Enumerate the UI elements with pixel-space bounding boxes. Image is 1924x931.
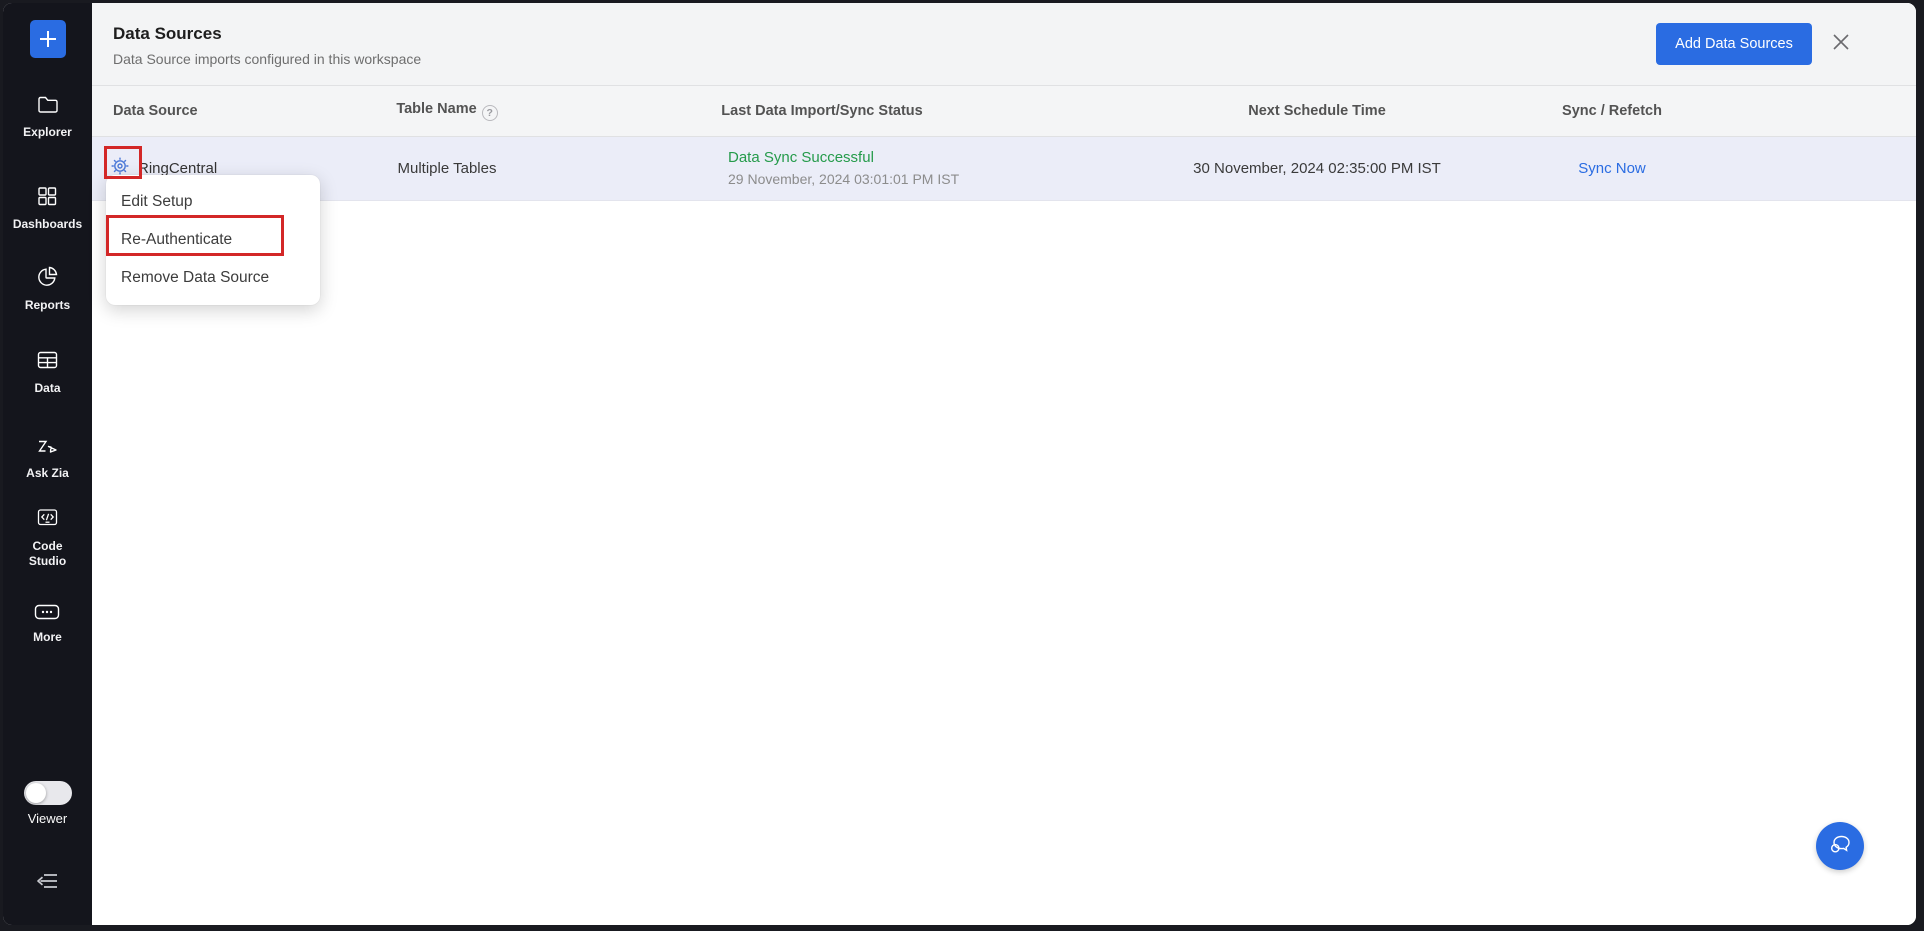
dashboards-grid-icon (36, 185, 58, 212)
table-header-row: Data Source Table Name? Last Data Import… (92, 86, 1916, 137)
sidebar-item-code-studio[interactable]: Code Studio (24, 507, 72, 569)
viewer-label: Viewer (28, 811, 68, 826)
column-header-next-schedule: Next Schedule Time (1102, 103, 1532, 119)
gear-context-menu: Edit Setup Re-Authenticate Remove Data S… (106, 175, 320, 305)
code-icon (36, 507, 59, 534)
window-frame: Explorer Dashboards Re (0, 0, 1924, 931)
sync-status-time: 29 November, 2024 03:01:01 PM IST (728, 170, 1102, 189)
plus-icon (37, 28, 59, 50)
sidebar: Explorer Dashboards Re (3, 3, 92, 925)
sidebar-item-label: Ask Zia (26, 466, 69, 481)
close-icon (1830, 31, 1852, 58)
sidebar-item-label: More (33, 630, 62, 645)
sidebar-item-label: Data (34, 381, 60, 396)
chat-bubble-icon (1827, 832, 1853, 861)
sidebar-item-reports[interactable]: Reports (25, 265, 70, 313)
sidebar-item-explorer[interactable]: Explorer (23, 93, 72, 140)
menu-item-re-authenticate[interactable]: Re-Authenticate (106, 221, 320, 259)
toggle-knob (26, 783, 46, 803)
collapse-sidebar-icon[interactable] (34, 870, 62, 897)
data-table-icon (36, 349, 59, 376)
sync-status-cell: Data Sync Successful 29 November, 2024 0… (542, 148, 1102, 189)
pie-chart-icon (36, 265, 59, 293)
page-subtitle: Data Source imports configured in this w… (113, 51, 421, 67)
sidebar-item-label: Explorer (23, 125, 72, 140)
help-icon[interactable]: ? (482, 105, 498, 121)
create-new-button[interactable] (30, 20, 66, 58)
page-title: Data Sources (113, 24, 421, 44)
table-name-value: Multiple Tables (352, 160, 542, 177)
menu-item-edit-setup[interactable]: Edit Setup (106, 183, 320, 221)
viewer-mode-block: Viewer (24, 781, 72, 826)
sidebar-item-ask-zia[interactable]: Ask Zia (26, 436, 69, 481)
viewer-toggle[interactable] (24, 781, 72, 805)
sidebar-item-label: Code Studio (24, 539, 72, 569)
table-row: RingCentral Multiple Tables Data Sync Su… (92, 137, 1916, 201)
page-header: Data Sources Data Source imports configu… (92, 3, 1916, 86)
sidebar-item-more[interactable]: More (33, 604, 62, 645)
add-data-sources-button[interactable]: Add Data Sources (1656, 23, 1812, 65)
sync-status-text: Data Sync Successful (728, 148, 1102, 168)
column-header-sync-status: Last Data Import/Sync Status (542, 103, 1102, 119)
sidebar-item-data[interactable]: Data (34, 349, 60, 396)
main-panel: Data Sources Data Source imports configu… (92, 3, 1916, 925)
sidebar-item-dashboards[interactable]: Dashboards (13, 185, 82, 232)
folder-icon (36, 93, 60, 120)
close-button[interactable] (1830, 31, 1852, 58)
chat-support-button[interactable] (1816, 822, 1864, 870)
sidebar-item-label: Reports (25, 298, 70, 313)
menu-item-remove-data-source[interactable]: Remove Data Source (106, 259, 320, 297)
column-header-data-source: Data Source (92, 103, 352, 119)
column-header-sync-refetch: Sync / Refetch (1532, 103, 1692, 119)
column-header-table-name: Table Name? (352, 101, 542, 121)
zia-icon (35, 436, 61, 461)
next-schedule-value: 30 November, 2024 02:35:00 PM IST (1102, 160, 1532, 177)
sidebar-item-label: Dashboards (13, 217, 82, 232)
more-icon (34, 604, 60, 625)
sync-now-link[interactable]: Sync Now (1578, 160, 1646, 177)
app-window: Explorer Dashboards Re (3, 3, 1916, 925)
